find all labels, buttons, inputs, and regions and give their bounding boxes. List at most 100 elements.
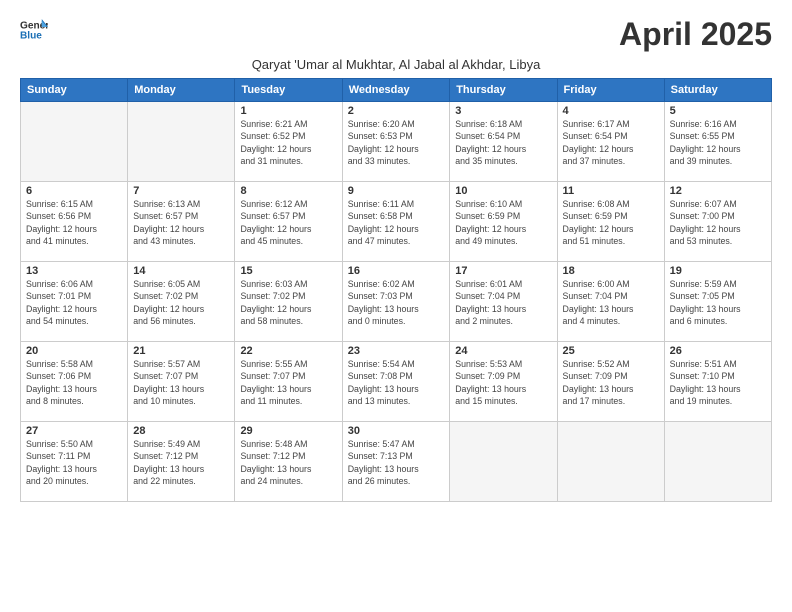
day-info: Sunrise: 6:13 AM Sunset: 6:57 PM Dayligh… <box>133 198 229 247</box>
day-info: Sunrise: 5:52 AM Sunset: 7:09 PM Dayligh… <box>563 358 659 407</box>
day-number: 8 <box>240 185 336 197</box>
day-info: Sunrise: 6:20 AM Sunset: 6:53 PM Dayligh… <box>348 118 445 167</box>
calendar-week-row: 6Sunrise: 6:15 AM Sunset: 6:56 PM Daylig… <box>21 182 772 262</box>
table-row: 20Sunrise: 5:58 AM Sunset: 7:06 PM Dayli… <box>21 342 128 422</box>
table-row: 9Sunrise: 6:11 AM Sunset: 6:58 PM Daylig… <box>342 182 450 262</box>
table-row: 22Sunrise: 5:55 AM Sunset: 7:07 PM Dayli… <box>235 342 342 422</box>
table-row: 14Sunrise: 6:05 AM Sunset: 7:02 PM Dayli… <box>128 262 235 342</box>
day-info: Sunrise: 6:02 AM Sunset: 7:03 PM Dayligh… <box>348 278 445 327</box>
calendar-week-row: 20Sunrise: 5:58 AM Sunset: 7:06 PM Dayli… <box>21 342 772 422</box>
day-number: 22 <box>240 345 336 357</box>
day-number: 21 <box>133 345 229 357</box>
month-title: April 2025 <box>619 16 772 53</box>
day-info: Sunrise: 5:58 AM Sunset: 7:06 PM Dayligh… <box>26 358 122 407</box>
table-row: 28Sunrise: 5:49 AM Sunset: 7:12 PM Dayli… <box>128 422 235 502</box>
day-number: 11 <box>563 185 659 197</box>
table-row: 11Sunrise: 6:08 AM Sunset: 6:59 PM Dayli… <box>557 182 664 262</box>
day-number: 9 <box>348 185 445 197</box>
table-row: 12Sunrise: 6:07 AM Sunset: 7:00 PM Dayli… <box>664 182 771 262</box>
table-row <box>664 422 771 502</box>
day-number: 7 <box>133 185 229 197</box>
day-info: Sunrise: 5:50 AM Sunset: 7:11 PM Dayligh… <box>26 438 122 487</box>
day-info: Sunrise: 5:47 AM Sunset: 7:13 PM Dayligh… <box>348 438 445 487</box>
table-row: 4Sunrise: 6:17 AM Sunset: 6:54 PM Daylig… <box>557 102 664 182</box>
day-number: 28 <box>133 425 229 437</box>
day-number: 25 <box>563 345 659 357</box>
day-info: Sunrise: 6:03 AM Sunset: 7:02 PM Dayligh… <box>240 278 336 327</box>
table-row: 17Sunrise: 6:01 AM Sunset: 7:04 PM Dayli… <box>450 262 557 342</box>
day-number: 16 <box>348 265 445 277</box>
table-row: 30Sunrise: 5:47 AM Sunset: 7:13 PM Dayli… <box>342 422 450 502</box>
col-sunday: Sunday <box>21 79 128 102</box>
table-row: 26Sunrise: 5:51 AM Sunset: 7:10 PM Dayli… <box>664 342 771 422</box>
day-number: 12 <box>670 185 766 197</box>
calendar-week-row: 1Sunrise: 6:21 AM Sunset: 6:52 PM Daylig… <box>21 102 772 182</box>
day-number: 17 <box>455 265 551 277</box>
day-info: Sunrise: 6:01 AM Sunset: 7:04 PM Dayligh… <box>455 278 551 327</box>
day-info: Sunrise: 6:15 AM Sunset: 6:56 PM Dayligh… <box>26 198 122 247</box>
page: General Blue April 2025 Qaryat 'Umar al … <box>0 0 792 612</box>
day-number: 29 <box>240 425 336 437</box>
day-number: 19 <box>670 265 766 277</box>
header-row: General Blue April 2025 <box>20 16 772 53</box>
day-number: 26 <box>670 345 766 357</box>
day-number: 4 <box>563 105 659 117</box>
day-info: Sunrise: 6:21 AM Sunset: 6:52 PM Dayligh… <box>240 118 336 167</box>
table-row: 10Sunrise: 6:10 AM Sunset: 6:59 PM Dayli… <box>450 182 557 262</box>
day-info: Sunrise: 6:10 AM Sunset: 6:59 PM Dayligh… <box>455 198 551 247</box>
day-number: 5 <box>670 105 766 117</box>
table-row: 2Sunrise: 6:20 AM Sunset: 6:53 PM Daylig… <box>342 102 450 182</box>
day-info: Sunrise: 5:49 AM Sunset: 7:12 PM Dayligh… <box>133 438 229 487</box>
table-row: 25Sunrise: 5:52 AM Sunset: 7:09 PM Dayli… <box>557 342 664 422</box>
day-number: 20 <box>26 345 122 357</box>
day-info: Sunrise: 5:55 AM Sunset: 7:07 PM Dayligh… <box>240 358 336 407</box>
day-number: 30 <box>348 425 445 437</box>
table-row: 27Sunrise: 5:50 AM Sunset: 7:11 PM Dayli… <box>21 422 128 502</box>
col-monday: Monday <box>128 79 235 102</box>
day-number: 18 <box>563 265 659 277</box>
calendar-week-row: 27Sunrise: 5:50 AM Sunset: 7:11 PM Dayli… <box>21 422 772 502</box>
table-row: 13Sunrise: 6:06 AM Sunset: 7:01 PM Dayli… <box>21 262 128 342</box>
day-info: Sunrise: 6:00 AM Sunset: 7:04 PM Dayligh… <box>563 278 659 327</box>
day-info: Sunrise: 6:16 AM Sunset: 6:55 PM Dayligh… <box>670 118 766 167</box>
subtitle: Qaryat 'Umar al Mukhtar, Al Jabal al Akh… <box>20 57 772 72</box>
table-row: 15Sunrise: 6:03 AM Sunset: 7:02 PM Dayli… <box>235 262 342 342</box>
day-number: 13 <box>26 265 122 277</box>
col-saturday: Saturday <box>664 79 771 102</box>
col-wednesday: Wednesday <box>342 79 450 102</box>
table-row: 6Sunrise: 6:15 AM Sunset: 6:56 PM Daylig… <box>21 182 128 262</box>
day-info: Sunrise: 6:08 AM Sunset: 6:59 PM Dayligh… <box>563 198 659 247</box>
calendar: Sunday Monday Tuesday Wednesday Thursday… <box>20 78 772 502</box>
day-number: 14 <box>133 265 229 277</box>
svg-text:Blue: Blue <box>20 31 42 42</box>
logo: General Blue <box>20 16 48 44</box>
logo-icon: General Blue <box>20 16 48 44</box>
day-info: Sunrise: 5:51 AM Sunset: 7:10 PM Dayligh… <box>670 358 766 407</box>
day-number: 27 <box>26 425 122 437</box>
table-row: 21Sunrise: 5:57 AM Sunset: 7:07 PM Dayli… <box>128 342 235 422</box>
day-info: Sunrise: 5:53 AM Sunset: 7:09 PM Dayligh… <box>455 358 551 407</box>
table-row: 5Sunrise: 6:16 AM Sunset: 6:55 PM Daylig… <box>664 102 771 182</box>
day-info: Sunrise: 6:12 AM Sunset: 6:57 PM Dayligh… <box>240 198 336 247</box>
day-info: Sunrise: 6:18 AM Sunset: 6:54 PM Dayligh… <box>455 118 551 167</box>
table-row: 7Sunrise: 6:13 AM Sunset: 6:57 PM Daylig… <box>128 182 235 262</box>
col-thursday: Thursday <box>450 79 557 102</box>
day-number: 24 <box>455 345 551 357</box>
day-number: 2 <box>348 105 445 117</box>
table-row <box>557 422 664 502</box>
day-info: Sunrise: 5:57 AM Sunset: 7:07 PM Dayligh… <box>133 358 229 407</box>
day-number: 23 <box>348 345 445 357</box>
col-friday: Friday <box>557 79 664 102</box>
day-info: Sunrise: 6:06 AM Sunset: 7:01 PM Dayligh… <box>26 278 122 327</box>
day-info: Sunrise: 5:59 AM Sunset: 7:05 PM Dayligh… <box>670 278 766 327</box>
day-number: 3 <box>455 105 551 117</box>
day-info: Sunrise: 6:05 AM Sunset: 7:02 PM Dayligh… <box>133 278 229 327</box>
table-row <box>128 102 235 182</box>
table-row: 19Sunrise: 5:59 AM Sunset: 7:05 PM Dayli… <box>664 262 771 342</box>
day-number: 10 <box>455 185 551 197</box>
calendar-header-row: Sunday Monday Tuesday Wednesday Thursday… <box>21 79 772 102</box>
table-row: 23Sunrise: 5:54 AM Sunset: 7:08 PM Dayli… <box>342 342 450 422</box>
day-info: Sunrise: 6:07 AM Sunset: 7:00 PM Dayligh… <box>670 198 766 247</box>
table-row <box>21 102 128 182</box>
table-row: 1Sunrise: 6:21 AM Sunset: 6:52 PM Daylig… <box>235 102 342 182</box>
